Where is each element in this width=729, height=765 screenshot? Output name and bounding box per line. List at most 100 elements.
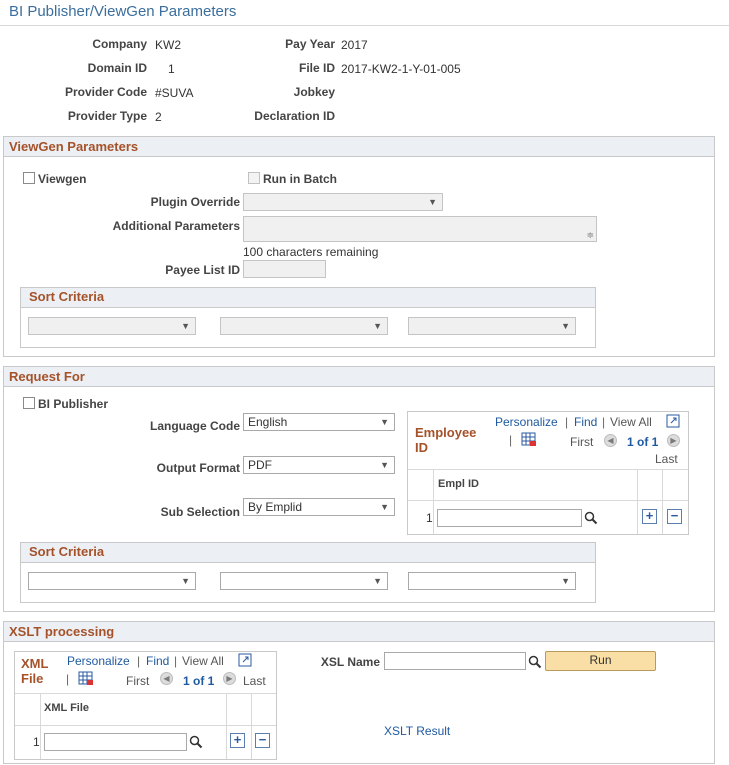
minus-icon[interactable]: − [667,509,682,524]
chevron-down-icon: ▼ [380,502,389,512]
chevron-down-icon: ▼ [428,197,437,207]
declaration-id-label: Declaration ID [254,109,335,123]
request-sort-select-2[interactable]: ▼ [220,572,388,590]
spreadsheet-icon[interactable] [78,670,94,689]
xml-view-all-link[interactable]: View All [182,654,224,668]
spreadsheet-icon[interactable] [521,431,537,450]
employee-view-all-link[interactable]: View All [610,415,652,429]
grid-divider [251,693,252,759]
additional-parameters-textarea[interactable]: ≑ [243,216,597,242]
additional-parameters-label: Additional Parameters [112,219,240,233]
chevron-down-icon: ▼ [380,417,389,427]
viewgen-sort-select-2[interactable]: ▼ [220,317,388,335]
plugin-override-select[interactable]: ▼ [243,193,443,211]
plus-icon[interactable]: + [230,733,245,748]
grid-divider [408,500,688,501]
new-window-icon[interactable] [666,414,680,431]
viewgen-sort-criteria-title: Sort Criteria [21,288,595,308]
xml-row-number: 1 [33,735,40,749]
magnifier-icon[interactable] [584,511,598,528]
xml-counter: 1 of 1 [183,674,215,688]
output-format-value: PDF [248,458,272,472]
next-arrow-icon[interactable]: ▶ [223,672,236,685]
request-sort-criteria-title: Sort Criteria [21,543,595,563]
chevron-down-icon: ▼ [181,321,190,331]
plus-icon[interactable]: + [642,509,657,524]
title-divider [0,25,729,26]
xml-file-input[interactable] [44,733,187,751]
chevron-down-icon: ▼ [380,460,389,470]
jobkey-label: Jobkey [293,85,335,99]
run-in-batch-label: Run in Batch [263,172,337,186]
grid-divider [226,693,227,759]
chevron-down-icon: ▼ [373,576,382,586]
provider-code-label: Provider Code [64,85,147,99]
file-id-value: 2017-KW2-1-Y-01-005 [341,62,461,76]
sub-selection-label: Sub Selection [160,505,240,519]
employee-row-number: 1 [426,511,433,525]
empl-id-column-header[interactable]: Empl ID [438,478,479,490]
page-title: BI Publisher/ViewGen Parameters [9,3,237,20]
employee-find-link[interactable]: Find [574,415,597,429]
minus-icon[interactable]: − [255,733,270,748]
grid-divider [637,469,638,534]
xsl-name-input[interactable] [384,652,526,670]
provider-type-label: Provider Type [67,109,147,123]
run-in-batch-checkbox[interactable] [248,172,260,184]
grid-divider [15,725,276,726]
viewgen-parameters-title: ViewGen Parameters [4,137,714,157]
bi-publisher-checkbox[interactable] [23,397,35,409]
request-sort-select-3[interactable]: ▼ [408,572,576,590]
chars-remaining: 100 characters remaining [243,245,379,259]
viewgen-sort-select-3[interactable]: ▼ [408,317,576,335]
xslt-result-link[interactable]: XSLT Result [384,724,450,738]
xsl-name-label: XSL Name [320,655,380,669]
grid-divider [408,469,688,470]
magnifier-icon[interactable] [528,655,542,672]
domain-id-label: Domain ID [87,61,147,75]
xml-personalize-link[interactable]: Personalize [67,654,130,668]
pay-year-value: 2017 [341,38,368,52]
resize-handle-icon[interactable]: ≑ [586,230,594,241]
domain-id-value: 1 [168,62,175,76]
bi-publisher-label: BI Publisher [38,397,109,411]
prev-arrow-icon[interactable]: ◀ [604,434,617,447]
xml-last-label: Last [243,674,266,688]
viewgen-label: Viewgen [38,172,87,186]
employee-first-label: First [570,435,594,449]
viewgen-checkbox[interactable] [23,172,35,184]
grid-divider [662,469,663,534]
language-code-select[interactable]: English ▼ [243,413,395,431]
language-code-label: Language Code [149,419,240,433]
xslt-processing-title: XSLT processing [4,622,714,642]
output-format-label: Output Format [156,461,240,475]
prev-arrow-icon[interactable]: ◀ [160,672,173,685]
request-for-title: Request For [4,367,714,387]
separator: | [565,415,569,429]
sub-selection-select[interactable]: By Emplid ▼ [243,498,395,516]
run-button[interactable]: Run [545,651,656,671]
employee-grid-title: Employee ID [415,425,477,455]
output-format-select[interactable]: PDF ▼ [243,456,395,474]
xml-file-column-header[interactable]: XML File [44,702,89,714]
request-sort-select-1[interactable]: ▼ [28,572,196,590]
new-window-icon[interactable] [238,653,252,670]
employee-personalize-link[interactable]: Personalize [495,415,558,429]
grid-divider [40,693,41,759]
viewgen-sort-select-1[interactable]: ▼ [28,317,196,335]
chevron-down-icon: ▼ [181,576,190,586]
empl-id-input[interactable] [437,509,582,527]
payee-list-id-input[interactable] [243,260,326,278]
chevron-down-icon: ▼ [561,321,570,331]
language-code-value: English [248,415,288,429]
grid-divider [433,469,434,534]
separator: | [509,433,513,447]
magnifier-icon[interactable] [189,735,203,752]
chevron-down-icon: ▼ [561,576,570,586]
payee-list-id-label: Payee List ID [165,263,240,277]
xml-find-link[interactable]: Find [146,654,169,668]
employee-last-label: Last [655,452,678,466]
separator: | [137,654,141,668]
chevron-down-icon: ▼ [373,321,382,331]
next-arrow-icon[interactable]: ▶ [667,434,680,447]
